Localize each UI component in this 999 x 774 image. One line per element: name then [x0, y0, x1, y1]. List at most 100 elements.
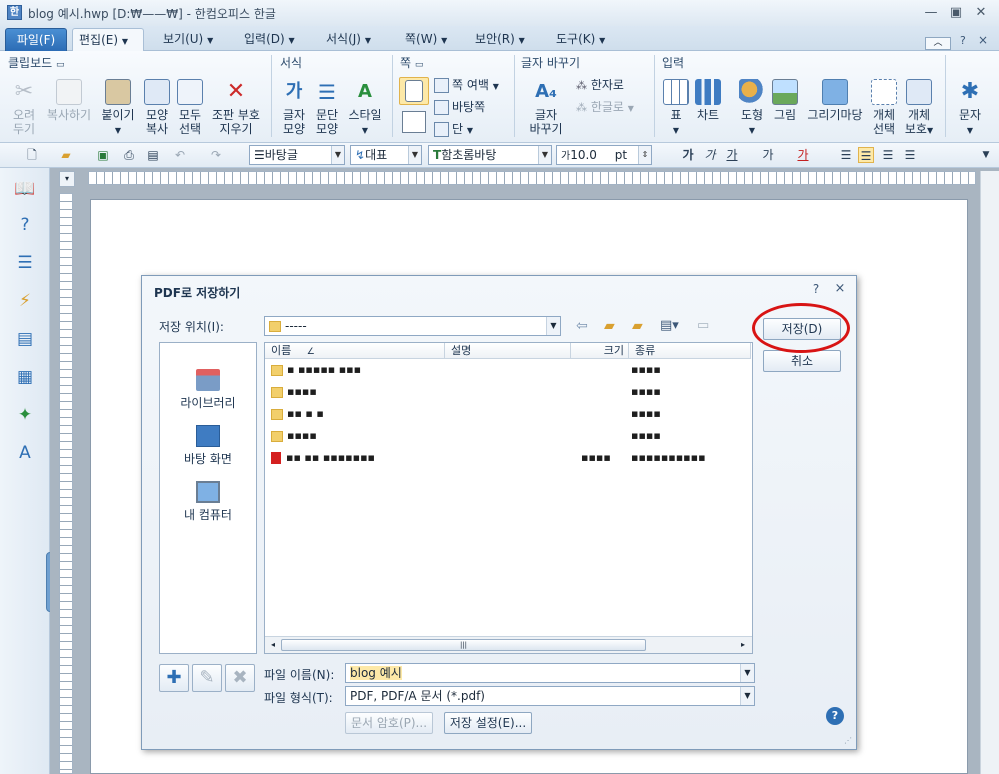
- vertical-scrollbar[interactable]: [980, 171, 999, 774]
- tab-tools[interactable]: 도구(K) ▼: [548, 28, 613, 51]
- underline-button[interactable]: 가: [724, 147, 740, 163]
- form-icon[interactable]: ▦: [14, 366, 36, 388]
- restore-icon[interactable]: ▣: [945, 4, 967, 22]
- paste-button[interactable]: 붙이기 ▼: [98, 79, 138, 138]
- column-type[interactable]: 종류: [629, 343, 751, 359]
- scroll-right-icon[interactable]: ▸: [737, 639, 749, 651]
- place-desktop[interactable]: 바탕 화면: [160, 425, 256, 467]
- page-setup-button[interactable]: [399, 77, 429, 105]
- filename-input[interactable]: blog 예시 ▼: [345, 663, 755, 683]
- redo-icon[interactable]: ↷: [208, 147, 224, 163]
- expand-icon[interactable]: ▭: [415, 60, 424, 70]
- column-description[interactable]: 설명: [445, 343, 571, 359]
- strikethrough-button[interactable]: 가: [760, 147, 776, 163]
- tab-insert[interactable]: 입력(D) ▼: [236, 28, 303, 51]
- master-page-button[interactable]: 바탕쪽: [434, 98, 485, 115]
- align-left-icon[interactable]: ☰: [858, 147, 874, 163]
- italic-button[interactable]: 가: [702, 147, 718, 163]
- puzzle-icon[interactable]: ✦: [14, 404, 36, 426]
- chart-button[interactable]: 차트: [692, 79, 724, 122]
- symbol-button[interactable]: ✱ 문자 ▼: [950, 79, 990, 138]
- scroll-left-icon[interactable]: ◂: [267, 639, 279, 651]
- lightning-icon[interactable]: ⚡: [14, 290, 36, 312]
- save-settings-button[interactable]: 저장 설정(E)...: [444, 712, 532, 734]
- tab-edit[interactable]: 편집(E) ▼: [72, 28, 144, 51]
- style-select[interactable]: ☰바탕글 ▼: [249, 145, 345, 165]
- back-arrow-icon[interactable]: ⇦: [576, 318, 588, 334]
- font-select[interactable]: T함초롬바탕 ▼: [428, 145, 552, 165]
- edit-place-button[interactable]: ✎: [192, 664, 222, 692]
- place-computer[interactable]: 내 컴퓨터: [160, 481, 256, 523]
- select-object-button[interactable]: 개체 선택: [869, 79, 899, 136]
- tab-view[interactable]: 보기(U) ▼: [155, 28, 221, 51]
- filetype-select[interactable]: PDF, PDF/A 문서 (*.pdf) ▼: [345, 686, 755, 706]
- page-layout-icon[interactable]: [402, 111, 426, 133]
- dialog-help-icon[interactable]: ?: [807, 280, 825, 298]
- help-icon[interactable]: ?: [960, 34, 966, 47]
- list-item[interactable]: ▪▪ ▪ ▪ ▪▪▪▪: [271, 405, 741, 423]
- table-button[interactable]: 표 ▼: [662, 79, 690, 138]
- shape-button[interactable]: 도형 ▼: [736, 79, 768, 138]
- resize-grip-icon[interactable]: ⋰: [844, 736, 852, 745]
- column-name[interactable]: 이름 ∠: [265, 343, 445, 359]
- font-size-field[interactable]: 가10.0 pt ⇕: [556, 145, 652, 165]
- cancel-button[interactable]: 취소: [763, 350, 841, 372]
- copy-button[interactable]: 복사하기: [44, 79, 94, 122]
- list-item[interactable]: ▪▪ ▪▪ ▪▪▪▪▪▪▪ ▪▪▪▪ ▪▪▪▪▪▪▪▪▪▪: [271, 449, 741, 467]
- para-shape-button[interactable]: ☰ 문단 모양: [311, 79, 343, 136]
- print-icon[interactable]: ⎙: [121, 147, 137, 163]
- convert-text-button[interactable]: A₄ 글자 바꾸기: [522, 79, 570, 136]
- close-window-icon[interactable]: ✕: [970, 4, 992, 22]
- align-center-icon[interactable]: ☰: [880, 147, 896, 163]
- delete-icon[interactable]: ▭: [697, 318, 709, 333]
- style-button[interactable]: A 스타일 ▼: [345, 79, 385, 138]
- open-folder-icon[interactable]: ▰: [58, 147, 74, 163]
- page-margin-button[interactable]: 쪽 여백 ▼: [434, 76, 499, 93]
- text-style-icon[interactable]: A: [14, 442, 36, 464]
- horizontal-ruler[interactable]: [88, 171, 976, 185]
- expand-icon[interactable]: ▭: [56, 60, 65, 70]
- columns-button[interactable]: 단 ▼: [434, 120, 473, 137]
- app-icon[interactable]: 한: [7, 5, 22, 20]
- location-select[interactable]: ----- ▼: [264, 316, 561, 336]
- tab-security[interactable]: 보안(R) ▼: [467, 28, 533, 51]
- select-all-button[interactable]: 모두 선택: [174, 79, 206, 136]
- ruler-corner-icon[interactable]: ▾: [59, 171, 75, 187]
- format-copy-button[interactable]: 모양 복사: [140, 79, 174, 136]
- bold-button[interactable]: 가: [680, 147, 696, 163]
- document-icon[interactable]: ▤: [14, 328, 36, 350]
- add-place-button[interactable]: ✚: [159, 664, 189, 692]
- column-size[interactable]: 크기: [571, 343, 629, 359]
- up-folder-icon[interactable]: ▰: [604, 318, 615, 334]
- minimize-icon[interactable]: —: [920, 4, 942, 22]
- ribbon-collapse-icon[interactable]: ︿: [925, 37, 951, 50]
- align-justify-icon[interactable]: ☰: [838, 147, 854, 163]
- list-icon[interactable]: ☰: [14, 252, 36, 274]
- font-color-button[interactable]: 가: [795, 147, 811, 163]
- vertical-ruler[interactable]: [59, 193, 73, 774]
- char-shape-button[interactable]: 가 글자 모양: [278, 79, 310, 136]
- tab-page[interactable]: 쪽(W) ▼: [397, 28, 455, 51]
- undo-icon[interactable]: ↶: [172, 147, 188, 163]
- help-circle-icon[interactable]: ?: [14, 214, 36, 236]
- toolbar-more-icon[interactable]: ▼: [978, 147, 994, 163]
- tab-format[interactable]: 서식(J) ▼: [318, 28, 379, 51]
- new-folder-icon[interactable]: ▰: [632, 318, 643, 334]
- horizontal-scrollbar[interactable]: ◂ ||| ▸: [265, 636, 752, 653]
- picture-button[interactable]: 그림: [770, 79, 800, 122]
- new-doc-icon[interactable]: 🗋: [24, 147, 40, 163]
- protect-object-button[interactable]: 개체 보호▼: [900, 79, 938, 138]
- remove-place-button[interactable]: ✖: [225, 664, 255, 692]
- dialog-help-circle-icon[interactable]: ?: [826, 707, 844, 725]
- align-right-icon[interactable]: ☰: [902, 147, 918, 163]
- book-icon[interactable]: 📖: [14, 178, 36, 200]
- view-menu-icon[interactable]: ▤▾: [660, 318, 679, 333]
- document-password-button[interactable]: 문서 암호(P)...: [345, 712, 433, 734]
- list-item[interactable]: ▪ ▪▪▪▪▪ ▪▪▪ ▪▪▪▪: [271, 361, 741, 379]
- tab-file[interactable]: 파일(F): [5, 28, 67, 51]
- close-doc-icon[interactable]: ×: [978, 33, 988, 47]
- place-library[interactable]: 라이브러리: [160, 369, 256, 411]
- to-hangul-button[interactable]: ⁂ 한글로 ▼: [576, 98, 634, 115]
- dialog-close-icon[interactable]: ×: [830, 280, 850, 298]
- list-item[interactable]: ▪▪▪▪ ▪▪▪▪: [271, 427, 741, 445]
